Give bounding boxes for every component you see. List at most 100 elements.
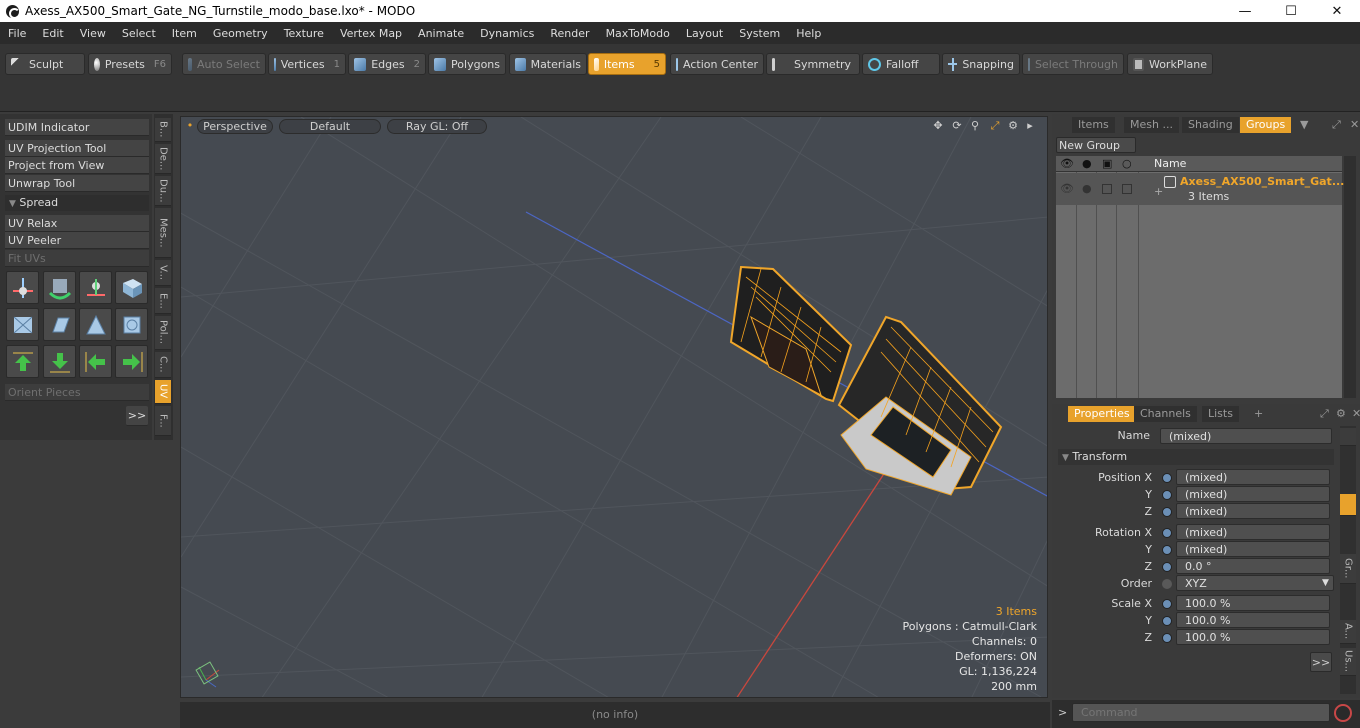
menu-edit[interactable]: Edit bbox=[34, 27, 71, 40]
position-y-radio[interactable] bbox=[1162, 490, 1172, 500]
auto-select-button[interactable]: Auto Select bbox=[182, 53, 266, 75]
uv-transform-tool-icon[interactable] bbox=[115, 271, 148, 304]
panel-close-icon[interactable]: ✕ bbox=[1344, 117, 1360, 133]
row-select-checkbox[interactable] bbox=[1122, 184, 1132, 194]
menu-texture[interactable]: Texture bbox=[276, 27, 332, 40]
align-down-arrow-icon[interactable] bbox=[43, 345, 76, 378]
name-field[interactable]: (mixed) bbox=[1160, 428, 1332, 444]
symmetry-button[interactable]: Symmetry bbox=[766, 53, 860, 75]
fit-uvs-button[interactable]: Fit UVs bbox=[5, 250, 149, 267]
name-column-header[interactable]: Name bbox=[1154, 157, 1186, 170]
uv-relax-button[interactable]: UV Relax bbox=[5, 215, 149, 232]
menu-layout[interactable]: Layout bbox=[678, 27, 731, 40]
sculpt-button[interactable]: Sculpt bbox=[5, 53, 85, 75]
row-render-icon[interactable]: ● bbox=[1082, 182, 1092, 195]
row-eye-icon[interactable]: 👁 bbox=[1060, 182, 1074, 195]
uv-rotate-tool-icon[interactable] bbox=[43, 271, 76, 304]
tab-polygon[interactable]: Pol... bbox=[155, 316, 171, 350]
maximize-button[interactable]: ☐ bbox=[1268, 0, 1314, 22]
turnstile-model[interactable] bbox=[729, 265, 1003, 496]
menu-system[interactable]: System bbox=[731, 27, 788, 40]
align-right-arrow-icon[interactable] bbox=[115, 345, 148, 378]
menu-animate[interactable]: Animate bbox=[410, 27, 472, 40]
tab-duplicate[interactable]: Du... bbox=[155, 176, 171, 206]
uv-sphere-map-icon[interactable] bbox=[115, 308, 148, 341]
tab-items[interactable]: Items bbox=[1072, 117, 1115, 133]
menu-file[interactable]: File bbox=[0, 27, 34, 40]
group-row[interactable]: 👁 ● + Axess_AX500_Smart_Gat... 3 Items bbox=[1056, 173, 1344, 205]
rotation-y-field[interactable]: (mixed) bbox=[1176, 541, 1330, 557]
order-dropdown-arrow-icon[interactable]: ▼ bbox=[1322, 575, 1329, 591]
presets-button[interactable]: Presets F6 bbox=[88, 53, 172, 75]
rotation-z-radio[interactable] bbox=[1162, 562, 1172, 572]
vertices-button[interactable]: Vertices 1 bbox=[268, 53, 346, 75]
scale-x-radio[interactable] bbox=[1162, 599, 1172, 609]
order-dropdown[interactable]: XYZ bbox=[1176, 575, 1334, 591]
scale-z-field[interactable]: 100.0 % bbox=[1176, 629, 1330, 645]
viewport-expand-arrow-icon[interactable]: ▸ bbox=[1023, 119, 1037, 134]
side-tab-user[interactable]: Us... bbox=[1340, 648, 1356, 676]
menu-vertex-map[interactable]: Vertex Map bbox=[332, 27, 410, 40]
align-up-arrow-icon[interactable] bbox=[6, 345, 39, 378]
uv-cylinder-map-icon[interactable] bbox=[79, 308, 112, 341]
raygl-toggle[interactable]: Ray GL: Off bbox=[387, 119, 487, 134]
record-macro-icon[interactable] bbox=[1334, 704, 1352, 722]
side-tab-top[interactable] bbox=[1340, 428, 1356, 446]
orient-pieces-button[interactable]: Orient Pieces bbox=[5, 384, 149, 401]
expand-plus-icon[interactable]: + bbox=[1154, 185, 1163, 198]
visibility-eye-icon[interactable]: 👁 bbox=[1060, 157, 1074, 170]
tab-channels[interactable]: Channels bbox=[1134, 406, 1197, 422]
polygons-button[interactable]: Polygons bbox=[428, 53, 506, 75]
position-x-radio[interactable] bbox=[1162, 473, 1172, 483]
tab-mesh[interactable]: Mesh ... bbox=[1124, 117, 1179, 133]
menu-item[interactable]: Item bbox=[164, 27, 205, 40]
tab-groups[interactable]: Groups bbox=[1240, 117, 1292, 133]
new-group-button[interactable]: New Group bbox=[1056, 137, 1136, 153]
scale-y-field[interactable]: 100.0 % bbox=[1176, 612, 1330, 628]
tab-properties[interactable]: Properties bbox=[1068, 406, 1136, 422]
scale-x-field[interactable]: 100.0 % bbox=[1176, 595, 1330, 611]
select-icon[interactable]: ○ bbox=[1122, 157, 1132, 170]
groups-scrollbar[interactable] bbox=[1344, 156, 1356, 398]
uv-move-tool-icon[interactable] bbox=[6, 271, 39, 304]
workplane-button[interactable]: WorkPlane bbox=[1127, 53, 1213, 75]
menu-render[interactable]: Render bbox=[542, 27, 597, 40]
uv-scale-tool-icon[interactable] bbox=[79, 271, 112, 304]
command-input[interactable] bbox=[1072, 703, 1330, 722]
action-center-button[interactable]: Action Center bbox=[670, 53, 764, 75]
menu-maxtomodo[interactable]: MaxToModo bbox=[598, 27, 678, 40]
close-button[interactable]: ✕ bbox=[1314, 0, 1360, 22]
falloff-button[interactable]: Falloff bbox=[862, 53, 940, 75]
tab-edge[interactable]: E... bbox=[155, 288, 171, 314]
edges-button[interactable]: Edges 2 bbox=[348, 53, 426, 75]
uv-planar-map-icon[interactable] bbox=[43, 308, 76, 341]
side-tab-active[interactable] bbox=[1340, 494, 1356, 516]
zoom-icon[interactable]: ⚲ bbox=[967, 119, 983, 134]
uv-projection-tool-button[interactable]: UV Projection Tool bbox=[5, 140, 149, 157]
tab-shading[interactable]: Shading bbox=[1182, 117, 1239, 133]
tab-mesh-edit[interactable]: Mes... bbox=[155, 208, 171, 258]
project-from-view-button[interactable]: Project from View bbox=[5, 157, 149, 174]
menu-dynamics[interactable]: Dynamics bbox=[472, 27, 542, 40]
tab-deform[interactable]: De... bbox=[155, 144, 171, 174]
orbit-icon[interactable]: ⟳ bbox=[949, 119, 965, 134]
position-x-field[interactable]: (mixed) bbox=[1176, 469, 1330, 485]
tab-vertex[interactable]: V... bbox=[155, 260, 171, 286]
shading-mode-dropdown[interactable]: Default bbox=[279, 119, 381, 134]
menu-geometry[interactable]: Geometry bbox=[205, 27, 276, 40]
tab-curve[interactable]: C... bbox=[155, 352, 171, 378]
viewport-options-dot-icon[interactable]: • bbox=[185, 119, 195, 134]
props-close-icon[interactable]: ✕ bbox=[1346, 406, 1360, 422]
more-properties-button[interactable]: >> bbox=[1310, 652, 1332, 672]
view-mode-dropdown[interactable]: Perspective bbox=[197, 119, 273, 134]
3d-viewport[interactable]: • Perspective Default Ray GL: Off ✥ ⟳ ⚲ … bbox=[180, 116, 1048, 698]
viewport-settings-gear-icon[interactable]: ⚙ bbox=[1005, 119, 1021, 134]
menu-view[interactable]: View bbox=[72, 27, 114, 40]
render-icon[interactable]: ● bbox=[1082, 157, 1092, 170]
items-button[interactable]: Items 5 bbox=[588, 53, 666, 75]
rotation-z-field[interactable]: 0.0 ° bbox=[1176, 558, 1330, 574]
align-left-arrow-icon[interactable] bbox=[79, 345, 112, 378]
scale-y-radio[interactable] bbox=[1162, 616, 1172, 626]
rotation-x-field[interactable]: (mixed) bbox=[1176, 524, 1330, 540]
snapping-button[interactable]: Snapping bbox=[942, 53, 1020, 75]
